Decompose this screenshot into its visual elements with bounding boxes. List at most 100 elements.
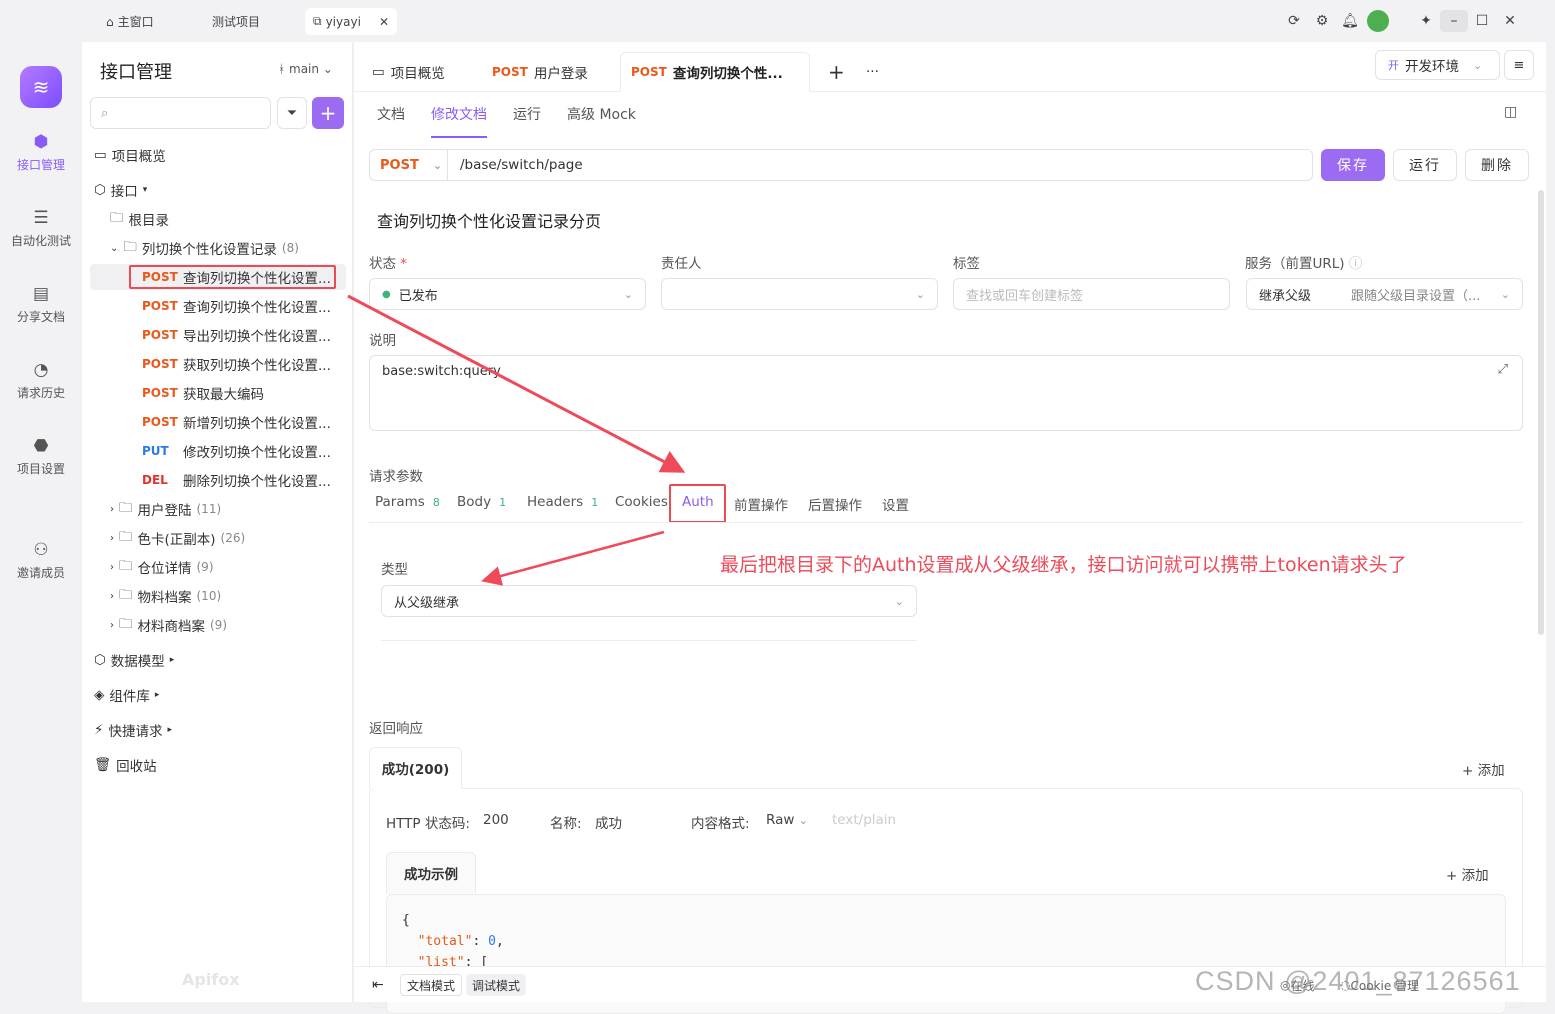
format-select[interactable]: Raw ⌄ <box>766 812 808 828</box>
api-name-field[interactable]: 查询列切换个性化设置记录分页 <box>377 208 601 232</box>
tree-folder[interactable]: › 🗀︎ 用户登陆 (11) <box>110 496 221 522</box>
panel-toggle-icon[interactable]: ◫ <box>1504 104 1517 120</box>
tab-response-200[interactable]: 成功(200) <box>369 747 462 789</box>
tab-test-project[interactable]: 测试项目 <box>212 8 260 35</box>
sidebar-title: 接口管理 <box>100 62 172 83</box>
close-tab-icon[interactable]: ✕ <box>379 15 389 29</box>
tab-main-window[interactable]: ⌂ 主窗口 <box>106 8 154 35</box>
tree-folder[interactable]: › 🗀︎ 色卡(正副本) (26) <box>110 525 245 551</box>
tree-folder[interactable]: › 🗀︎ 材料商档案 (9) <box>110 612 227 638</box>
tree-quick-requests[interactable]: ⚡︎ 快捷请求 ▸ <box>94 717 172 743</box>
nav-rail: ≋ ⬢ 接口管理 ☰ 自动化测试 ▤ 分享文档 ◔ 请求历史 ⬣ 项目设置 ⚇ 邀请成员 <box>0 42 82 1011</box>
rail-automation[interactable]: ☰ 自动化测试 <box>0 208 82 249</box>
owner-label: 责任人 <box>661 256 702 272</box>
service-select[interactable]: 继承父级 跟随父级目录设置（... ⌄ <box>1246 278 1523 310</box>
tab-yiyayi[interactable]: ⧉ yiyayi ✕ <box>305 8 397 35</box>
tree-api-root[interactable]: ⬡ 接口 ▾ <box>94 177 147 203</box>
tree-endpoint[interactable]: POST 导出列切换个性化设置... <box>142 322 331 348</box>
subtab-edit-doc[interactable]: 修改文档 <box>431 104 487 138</box>
owner-select[interactable]: ⌄ <box>661 278 938 310</box>
tab-success-example[interactable]: 成功示例 <box>386 852 476 894</box>
tree-endpoint[interactable]: PUT 修改列切换个性化设置... <box>142 438 331 464</box>
rail-project-settings[interactable]: ⬣ 项目设置 <box>0 436 82 477</box>
auth-type-select[interactable]: 从父级继承 ⌄ <box>381 585 917 617</box>
tree-endpoint[interactable]: POST 获取列切换个性化设置... <box>142 351 331 377</box>
tab-cookies[interactable]: Cookies <box>615 494 668 510</box>
subtab-doc[interactable]: 文档 <box>377 104 405 124</box>
url-input[interactable]: /base/switch/page <box>448 157 583 173</box>
tree-endpoint[interactable]: POST 新增列切换个性化设置... <box>142 409 331 435</box>
subtab-mock[interactable]: 高级 Mock <box>567 104 636 124</box>
tab-current-api[interactable]: POST 查询列切换个性... <box>620 52 810 92</box>
add-tab-button[interactable]: + <box>818 52 855 92</box>
help-icon: ⓘ <box>1348 256 1363 272</box>
tree-project-overview[interactable]: ▭ 项目概览 <box>94 142 166 168</box>
rail-share-docs[interactable]: ▤ 分享文档 <box>0 284 82 325</box>
chevron-right-icon: › <box>110 503 114 515</box>
tree-trash[interactable]: 🗑︎ 回收站 <box>94 752 157 778</box>
tab-headers[interactable]: Headers 1 <box>527 494 598 510</box>
home-icon: ⌂ <box>106 14 114 29</box>
add-example-button[interactable]: + 添加 <box>1446 864 1489 884</box>
chevron-down-icon: ⌄ <box>110 242 119 254</box>
chevron-down-icon: ⌄ <box>894 594 904 608</box>
save-button[interactable]: 保存 <box>1321 149 1385 181</box>
branch-selector[interactable]: ᚼ main ⌄ <box>278 62 333 76</box>
method-select[interactable]: POST ⌄ <box>370 150 448 180</box>
refresh-icon[interactable]: ⟳ <box>1280 10 1308 32</box>
tab-project-overview[interactable]: ▭ 项目概览 <box>362 52 455 92</box>
subtab-run[interactable]: 运行 <box>513 104 541 124</box>
add-response-button[interactable]: + 添加 <box>1462 759 1505 779</box>
add-button[interactable]: + <box>312 97 344 129</box>
name-value[interactable]: 成功 <box>595 812 622 832</box>
filter-button[interactable]: ⏷ <box>277 97 307 129</box>
run-button[interactable]: 运行 <box>1393 149 1457 181</box>
tags-label: 标签 <box>953 256 980 272</box>
bell-icon[interactable]: 🔔︎ <box>1336 10 1364 32</box>
description-textarea[interactable]: base:switch:query ⤢ <box>369 355 1523 431</box>
lightning-icon: ⚡︎ <box>94 722 104 738</box>
auth-divider <box>381 640 917 641</box>
menu-button[interactable]: ≡ <box>1504 50 1534 80</box>
status-select[interactable]: ● 已发布 ⌄ <box>369 278 646 310</box>
tree-data-models[interactable]: ⬡ 数据模型 ▸ <box>94 647 174 673</box>
rail-api-management[interactable]: ⬢ 接口管理 <box>0 132 82 173</box>
delete-button[interactable]: 删除 <box>1465 149 1529 181</box>
environment-select[interactable]: 开开发环境 ⌄ <box>1375 50 1500 80</box>
search-input[interactable]: ⌕ <box>90 97 271 129</box>
tree-folder[interactable]: › 🗀︎ 物料档案 (10) <box>110 583 221 609</box>
folder-icon: 🗀︎ <box>123 238 137 255</box>
tree-endpoint[interactable]: POST 查询列切换个性化设置... <box>142 293 331 319</box>
tab-body[interactable]: Body 1 <box>457 494 506 510</box>
gear-icon[interactable]: ⚙ <box>1308 10 1336 32</box>
tree-folder-open[interactable]: ⌄ 🗀︎ 列切换个性化设置记录 (8) <box>110 235 299 261</box>
close-icon[interactable]: ✕ <box>1496 10 1524 32</box>
avatar[interactable] <box>1364 10 1392 32</box>
scrollbar[interactable] <box>1538 190 1544 635</box>
pin-icon[interactable]: ✦ <box>1412 10 1440 32</box>
expand-icon[interactable]: ⤢ <box>1498 362 1508 377</box>
rail-invite[interactable]: ⚇ 邀请成员 <box>0 540 82 581</box>
tab-pre-ops[interactable]: 前置操作 <box>734 494 788 514</box>
debug-mode-button[interactable]: 调试模式 <box>466 974 527 996</box>
title-bar: ⌂ 主窗口 测试项目 ⧉ yiyayi ✕ ⟳ ⚙ 🔔︎ ✦ – ☐ ✕ <box>0 0 1555 42</box>
tab-params[interactable]: Params 8 <box>375 494 440 510</box>
minimize-icon[interactable]: – <box>1440 10 1468 32</box>
tree-folder[interactable]: › 🗀︎ 仓位详情 (9) <box>110 554 214 580</box>
rail-history[interactable]: ◔ 请求历史 <box>0 360 82 401</box>
tab-user-login[interactable]: POST 用户登录 <box>482 52 598 92</box>
doc-mode-button[interactable]: 文档模式 <box>400 974 463 996</box>
tags-input[interactable]: 查找或回车创建标签 <box>953 278 1230 310</box>
maximize-icon[interactable]: ☐ <box>1468 10 1496 32</box>
search-icon: ⌕ <box>101 105 109 121</box>
collapse-icon[interactable]: ⇤ <box>366 974 390 996</box>
tab-settings[interactable]: 设置 <box>882 494 909 514</box>
http-code-value[interactable]: 200 <box>483 812 509 828</box>
tree-root-dir[interactable]: 🗀︎ 根目录 <box>110 206 169 232</box>
tab-post-ops[interactable]: 后置操作 <box>808 494 862 514</box>
tree-components[interactable]: ◈ 组件库 ▸ <box>94 682 159 708</box>
example-code[interactable]: { "total": 0, "list": [ <box>402 910 504 973</box>
tree-endpoint[interactable]: POST 获取最大编码 <box>142 380 264 406</box>
tree-endpoint[interactable]: DEL 删除列切换个性化设置... <box>142 467 331 493</box>
more-tabs-button[interactable]: ··· <box>856 52 889 92</box>
